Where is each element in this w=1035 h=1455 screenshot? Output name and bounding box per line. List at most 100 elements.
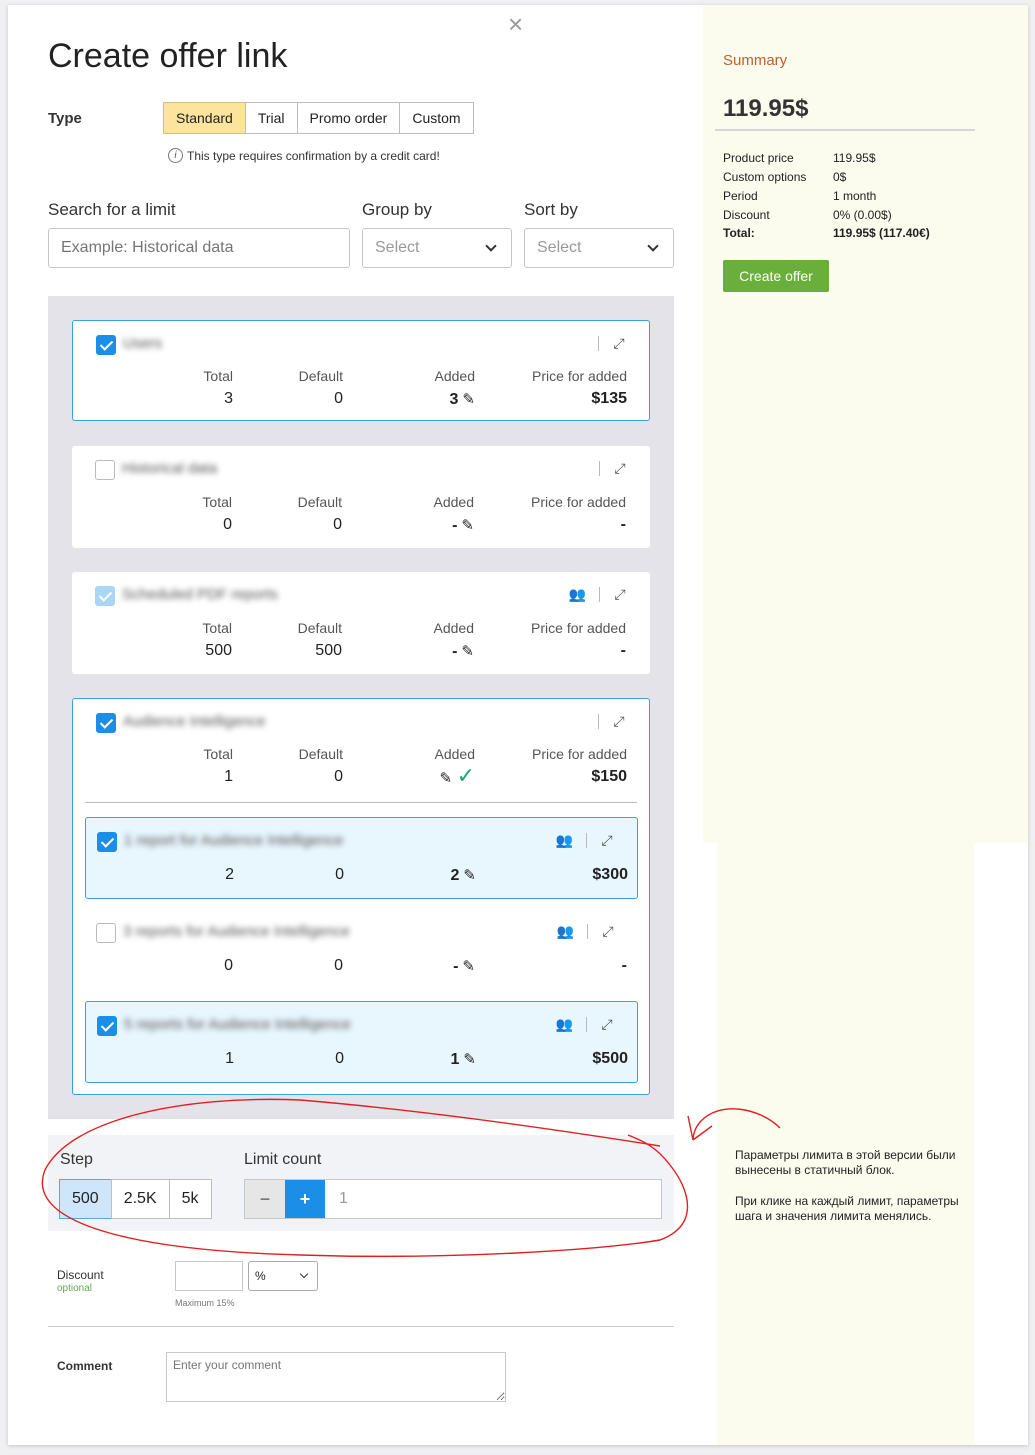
sort-by-select[interactable]: Select	[524, 228, 674, 268]
decrement-button[interactable]: −	[245, 1180, 285, 1218]
step-selector: 500 2.5K 5k	[59, 1179, 212, 1219]
check-icon: ✓	[456, 763, 475, 788]
default-value: 0	[335, 866, 344, 883]
expand-icon[interactable]: ⤢	[612, 586, 628, 602]
comment-label: Comment	[57, 1359, 113, 1373]
total-value: 0	[224, 957, 233, 974]
pencil-icon: ✎	[462, 958, 475, 975]
divider	[587, 924, 588, 939]
limit-checkbox[interactable]	[96, 923, 116, 943]
limit-card-scheduled-pdf-reports[interactable]: Scheduled PDF reports 👥 ⤢ Total Default …	[72, 572, 650, 674]
pencil-icon: ✎	[461, 517, 474, 534]
added-value[interactable]: - ✎	[402, 516, 474, 535]
step-500-button[interactable]: 500	[59, 1179, 112, 1219]
increment-button[interactable]: +	[285, 1180, 325, 1218]
limit-card-audience-intelligence[interactable]: Audience Intelligence ⤢ Total Default Ad…	[72, 698, 650, 1095]
col-added-header: Added	[434, 368, 475, 384]
discount-input[interactable]	[175, 1261, 243, 1291]
added-value[interactable]: - ✎	[403, 957, 475, 976]
total-value: 3	[224, 390, 233, 407]
step-5k-button[interactable]: 5k	[168, 1179, 212, 1219]
added-edit[interactable]: ✎ ✓	[403, 763, 475, 789]
divider	[599, 461, 600, 476]
added-value[interactable]: 2 ✎	[404, 866, 476, 885]
summary-total: 119.95$	[723, 95, 809, 122]
pencil-icon: ✎	[462, 391, 475, 408]
limit-checkbox[interactable]	[95, 586, 115, 606]
expand-icon[interactable]: ⤢	[611, 335, 627, 351]
expand-icon[interactable]: ⤢	[599, 1016, 615, 1032]
expand-icon[interactable]: ⤢	[612, 460, 628, 476]
limit-checkbox[interactable]	[96, 335, 116, 355]
group-by-value: Select	[375, 239, 420, 256]
limit-name: Users	[123, 335, 163, 352]
group-by-select[interactable]: Select	[362, 228, 512, 268]
divider	[48, 1326, 674, 1327]
summary-panel-extension	[717, 843, 974, 1445]
col-price-header: Price for added	[532, 746, 627, 762]
price-value: $500	[592, 1050, 628, 1067]
pencil-icon: ✎	[439, 770, 453, 787]
type-custom-button[interactable]: Custom	[399, 102, 474, 134]
limit-card-historical-data[interactable]: Historical data ⤢ Total Default Added Pr…	[72, 446, 650, 548]
limit-name: 5 reports for Audience Intelligence	[124, 1016, 351, 1033]
sub-limit-1-report[interactable]: 1 report for Audience Intelligence 👥 ⤢ 2…	[85, 817, 638, 899]
total-value: 0	[223, 516, 232, 533]
discount-optional-label: optional	[57, 1283, 93, 1294]
default-value: 0	[334, 957, 343, 974]
search-label: Search for a limit	[48, 200, 176, 219]
users-icon: 👥	[555, 832, 573, 848]
type-trial-button[interactable]: Trial	[244, 102, 298, 134]
type-standard-button[interactable]: Standard	[163, 102, 246, 134]
annotation-note-2: При клике на каждый лимит, параметры шаг…	[735, 1194, 959, 1223]
type-promo-order-button[interactable]: Promo order	[296, 102, 401, 134]
added-value[interactable]: - ✎	[402, 642, 474, 661]
col-default-header: Default	[297, 494, 342, 510]
price-value: -	[621, 957, 627, 974]
total-value: 500	[205, 642, 232, 659]
col-total-header: Total	[202, 494, 232, 510]
col-added-header: Added	[433, 494, 474, 510]
comment-input[interactable]	[166, 1352, 506, 1402]
added-value[interactable]: 3 ✎	[403, 390, 475, 409]
limit-count-input[interactable]: 1	[325, 1180, 348, 1218]
sub-limit-5-reports[interactable]: 5 reports for Audience Intelligence 👥 ⤢ …	[85, 1001, 638, 1083]
create-offer-button[interactable]: Create offer	[723, 260, 829, 292]
expand-icon[interactable]: ⤢	[611, 713, 627, 729]
sub-limit-3-reports[interactable]: 3 reports for Audience Intelligence 👥 ⤢ …	[85, 909, 638, 991]
discount-label: Discount	[57, 1268, 104, 1282]
limit-checkbox[interactable]	[96, 713, 116, 733]
sort-by-value: Select	[537, 239, 582, 256]
limit-card-users[interactable]: Users ⤢ Total Default Added Price for ad…	[72, 320, 650, 421]
pencil-icon: ✎	[461, 643, 474, 660]
limit-checkbox[interactable]	[97, 1016, 117, 1036]
expand-icon[interactable]: ⤢	[599, 832, 615, 848]
col-total-header: Total	[203, 746, 233, 762]
limit-checkbox[interactable]	[95, 460, 115, 480]
discount-unit-select[interactable]: %	[248, 1261, 318, 1291]
divider	[715, 129, 975, 131]
page: × Create offer link Type Standard Trial …	[8, 5, 1028, 1445]
summary-row-total: Total: 119.95$ (117.40€)	[723, 226, 930, 240]
search-input[interactable]	[48, 228, 350, 268]
chevron-down-icon	[299, 1269, 309, 1279]
summary-title: Summary	[723, 52, 788, 69]
price-value: -	[620, 642, 626, 659]
limit-count-label: Limit count	[244, 1151, 322, 1168]
step-2-5k-button[interactable]: 2.5K	[110, 1179, 170, 1219]
step-label: Step	[60, 1151, 93, 1168]
close-icon[interactable]: ×	[508, 11, 523, 37]
expand-icon[interactable]: ⤢	[600, 923, 616, 939]
limit-params-block: Step 500 2.5K 5k Limit count − + 1	[48, 1135, 674, 1231]
added-value[interactable]: 1 ✎	[404, 1050, 476, 1069]
type-selector: Standard Trial Promo order Custom	[163, 102, 474, 134]
limit-name: 3 reports for Audience Intelligence	[123, 923, 350, 940]
limit-checkbox[interactable]	[97, 832, 117, 852]
default-value: 0	[335, 1050, 344, 1067]
divider	[85, 802, 637, 803]
pencil-icon: ✎	[463, 1051, 476, 1068]
divider	[599, 587, 600, 602]
col-price-header: Price for added	[532, 368, 627, 384]
create-offer-modal: × Create offer link Type Standard Trial …	[8, 5, 703, 1445]
default-value: 500	[315, 642, 342, 659]
